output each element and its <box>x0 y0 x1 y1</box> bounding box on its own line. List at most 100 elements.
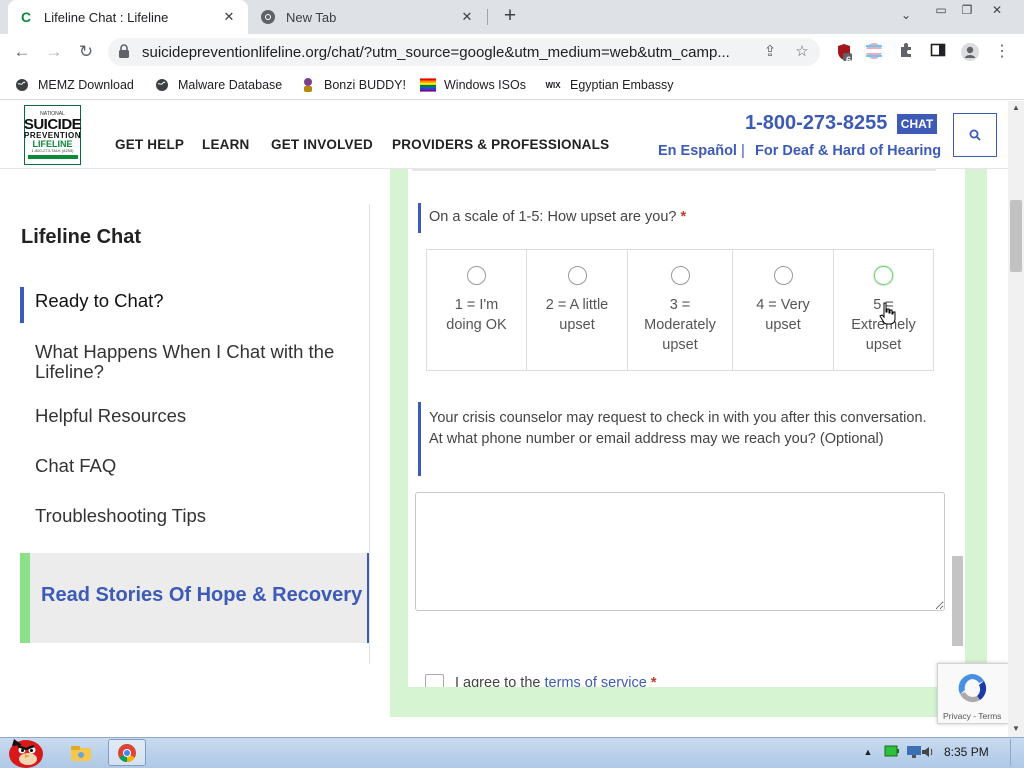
nav-get-help[interactable]: GET HELP <box>115 137 184 152</box>
taskbar-explorer-icon[interactable] <box>62 739 100 766</box>
tab-search-chevron-icon[interactable]: ⌄ <box>892 6 920 26</box>
rainbow-flag-icon <box>420 77 436 93</box>
reload-icon[interactable]: ↻ <box>74 40 98 64</box>
bookmark-malware-database[interactable]: Malware Database <box>154 76 282 94</box>
active-indicator <box>20 287 24 323</box>
agree-row: I agree to the terms of service * <box>408 669 965 687</box>
nav-providers-professionals[interactable]: PROVIDERS & PROFESSIONALS <box>392 137 609 152</box>
forward-arrow-icon[interactable]: → <box>42 40 66 64</box>
extension-badge: 6 <box>846 55 852 65</box>
tray-show-hidden-icon[interactable]: ▲ <box>860 745 876 759</box>
url-text[interactable]: suicidepreventionlifeline.org/chat/?utm_… <box>142 44 750 61</box>
radio-button[interactable] <box>773 266 793 285</box>
bookmark-label: Windows ISOs <box>444 78 526 92</box>
scale-option-3[interactable]: 3 = Moderately upset <box>628 250 733 370</box>
option-label: 1 = I'm doing OK <box>446 297 507 333</box>
question-accent-bar <box>418 203 421 233</box>
deaf-hard-of-hearing-link[interactable]: For Deaf & Hard of Hearing <box>755 143 941 159</box>
back-arrow-icon[interactable]: ← <box>10 40 34 64</box>
question-text: On a scale of 1-5: How upset are you? <box>429 209 677 225</box>
chrome-menu-icon[interactable]: ⋮ <box>992 42 1012 62</box>
required-asterisk: * <box>680 209 687 225</box>
stories-link[interactable]: Read Stories Of Hope & Recovery <box>41 584 362 607</box>
close-icon[interactable]: ✕ <box>458 9 476 25</box>
terms-of-service-link[interactable]: terms of service <box>544 675 646 687</box>
globe-icon <box>154 77 170 93</box>
link-divider: | <box>741 142 745 159</box>
close-icon[interactable]: ✕ <box>220 9 238 25</box>
radio-button[interactable] <box>670 266 690 285</box>
page-scrollbar-thumb[interactable] <box>1010 200 1022 272</box>
previous-field-bottom <box>412 169 936 171</box>
bookmark-egyptian-embassy[interactable]: WIX Egyptian Embassy <box>544 76 673 94</box>
bookmark-bonzi-buddy[interactable]: Bonzi BUDDY! <box>300 76 406 94</box>
puzzle-extensions-icon[interactable] <box>896 42 916 62</box>
new-tab-plus-icon[interactable]: + <box>498 4 522 28</box>
bookmark-label: MEMZ Download <box>38 78 134 92</box>
tab-new-tab[interactable]: New Tab ✕ <box>250 0 486 34</box>
radio-button[interactable] <box>467 266 486 285</box>
bookmark-memz[interactable]: MEMZ Download <box>14 76 134 94</box>
taskbar-clock[interactable]: 8:35 PM <box>944 745 989 759</box>
restore-icon[interactable]: ❐ <box>953 1 981 21</box>
lifeline-logo[interactable]: NATIONAL SUICIDE PREVENTION LIFELINE 1-8… <box>23 105 82 165</box>
agree-label: I agree to the terms of service * <box>455 675 657 687</box>
sidebar-item-troubleshooting[interactable]: Troubleshooting Tips <box>35 506 206 526</box>
sidebar-title: Lifeline Chat <box>21 226 142 248</box>
scale-option-2[interactable]: 2 = A little upset <box>527 250 628 370</box>
lifeline-c-icon: C <box>20 9 32 25</box>
side-panel-icon[interactable] <box>928 42 948 62</box>
recaptcha-icon <box>954 670 990 706</box>
sidebar-item-helpful-resources[interactable]: Helpful Resources <box>35 406 186 426</box>
required-asterisk: * <box>646 675 657 687</box>
radio-button[interactable] <box>874 266 893 285</box>
chat-badge[interactable]: CHAT <box>897 114 937 134</box>
scale-option-1[interactable]: 1 = I'm doing OK <box>427 250 527 370</box>
bookmark-star-icon[interactable]: ☆ <box>792 42 812 62</box>
tab-title: Lifeline Chat : Lifeline <box>44 9 169 25</box>
sidebar-item-chat-faq[interactable]: Chat FAQ <box>35 456 116 476</box>
upset-scale-options: 1 = I'm doing OK 2 = A little upset 3 = … <box>426 249 934 371</box>
minimize-icon[interactable]: ▭ <box>927 1 955 21</box>
hotline-phone[interactable]: 1-800-273-8255 <box>745 112 887 135</box>
upset-scale-question: On a scale of 1-5: How upset are you? * <box>429 207 686 228</box>
start-button-angry-bird-icon[interactable] <box>4 731 48 768</box>
tab-separator <box>487 9 488 25</box>
logo-line: SUICIDE <box>23 115 82 133</box>
scroll-down-arrow-icon[interactable]: ▼ <box>1008 722 1024 736</box>
hand-cursor-icon <box>878 301 896 325</box>
nav-learn[interactable]: LEARN <box>202 137 250 152</box>
logo-line: 1-800-273-TALK (8255) <box>31 147 74 153</box>
contact-textarea[interactable] <box>415 492 945 611</box>
show-desktop-button[interactable] <box>1010 739 1022 766</box>
profile-avatar-icon[interactable] <box>960 42 980 62</box>
bonzi-icon <box>300 77 316 93</box>
nav-get-involved[interactable]: GET INVOLVED <box>271 137 373 152</box>
globe-icon <box>14 77 30 93</box>
stories-accent-bar <box>20 553 30 643</box>
en-espanol-link[interactable]: En Español <box>658 143 737 159</box>
sidebar-item-ready-to-chat[interactable]: Ready to Chat? <box>35 291 164 311</box>
bookmark-label: Malware Database <box>178 78 283 92</box>
lock-icon[interactable] <box>118 43 130 59</box>
tab-lifeline-chat[interactable]: C Lifeline Chat : Lifeline ✕ <box>8 0 248 34</box>
flag-extension-icon[interactable] <box>864 42 884 62</box>
recaptcha-privacy-terms[interactable]: Privacy - Terms <box>943 711 1001 721</box>
sidebar-item-what-happens[interactable]: What Happens When I Chat with the Lifeli… <box>35 342 355 382</box>
window-close-icon[interactable]: ✕ <box>983 1 1011 21</box>
option-label: 2 = A little upset <box>545 297 609 333</box>
bookmark-windows-isos[interactable]: Windows ISOs <box>420 76 526 94</box>
scroll-up-arrow-icon[interactable]: ▲ <box>1008 101 1024 115</box>
radio-button[interactable] <box>567 266 587 285</box>
tray-battery-icon[interactable] <box>884 745 900 759</box>
agree-prefix: I agree to the <box>455 675 545 687</box>
share-icon[interactable]: ⇪ <box>760 42 780 62</box>
taskbar-chrome-icon[interactable] <box>108 739 146 766</box>
tray-volume-icon[interactable] <box>920 745 936 759</box>
scale-option-4[interactable]: 4 = Very upset <box>733 250 834 370</box>
agree-checkbox[interactable] <box>425 674 444 687</box>
logo-stripe <box>27 154 78 159</box>
page-scrollbar[interactable] <box>1008 101 1024 737</box>
form-scrollbar-thumb[interactable] <box>952 556 963 646</box>
site-search-button[interactable] <box>953 113 997 157</box>
